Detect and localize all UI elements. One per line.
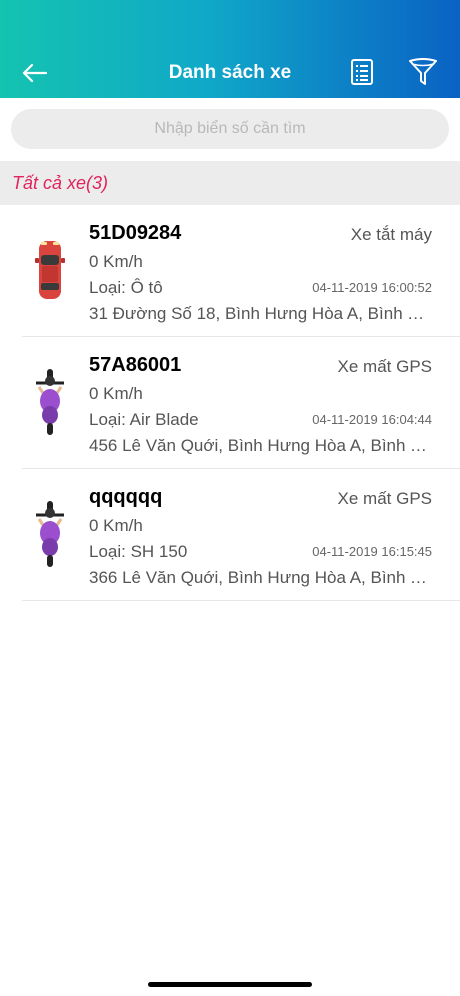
vehicle-row[interactable]: qqqqqq Xe mất GPS 0 Km/h Loại: SH 150 04… xyxy=(22,469,460,601)
filter-button[interactable] xyxy=(408,58,442,88)
document-list-icon xyxy=(351,59,373,85)
vehicle-address: 456 Lê Văn Quới, Bình Hưng Hòa A, Bình T… xyxy=(89,436,434,455)
vehicle-type: Loại: Ô tô xyxy=(89,278,163,297)
vehicle-list-button[interactable] xyxy=(350,58,378,88)
search-box xyxy=(11,109,449,149)
app-header: Danh sách xe xyxy=(0,0,460,98)
home-indicator[interactable] xyxy=(148,982,312,987)
vehicle-plate: qqqqqq xyxy=(89,486,163,508)
group-header[interactable]: Tất cả xe(3) xyxy=(0,161,460,205)
vehicle-plate: 51D09284 xyxy=(89,222,182,244)
vehicle-status: Xe mất GPS xyxy=(337,357,432,376)
vehicle-speed: 0 Km/h xyxy=(89,252,143,271)
vehicle-timestamp: 04-11-2019 16:15:45 xyxy=(312,544,432,559)
vehicle-speed: 0 Km/h xyxy=(89,516,143,535)
vehicle-row[interactable]: 51D09284 Xe tắt máy 0 Km/h Loại: Ô tô 04… xyxy=(22,205,460,337)
vehicle-status: Xe tắt máy xyxy=(350,225,432,244)
car-icon xyxy=(35,241,65,299)
motorbike-icon xyxy=(36,369,64,435)
vehicle-row[interactable]: 57A86001 Xe mất GPS 0 Km/h Loại: Air Bla… xyxy=(22,337,460,469)
vehicle-address: 366 Lê Văn Quới, Bình Hưng Hòa A, Bình T… xyxy=(89,568,434,587)
vehicle-timestamp: 04-11-2019 16:00:52 xyxy=(312,280,432,295)
page-title: Danh sách xe xyxy=(168,62,292,83)
vehicle-address: 31 Đường Số 18, Bình Hưng Hòa A, Bình Tâ… xyxy=(89,304,434,323)
group-label: Tất cả xe(3) xyxy=(12,173,109,193)
vehicle-timestamp: 04-11-2019 16:04:44 xyxy=(312,412,432,427)
vehicle-list: 51D09284 Xe tắt máy 0 Km/h Loại: Ô tô 04… xyxy=(0,205,460,601)
funnel-icon xyxy=(409,58,437,85)
search-input[interactable] xyxy=(11,109,449,149)
vehicle-plate: 57A86001 xyxy=(89,354,182,376)
vehicle-type: Loại: SH 150 xyxy=(89,542,188,561)
motorbike-icon xyxy=(36,501,64,567)
vehicle-type: Loại: Air Blade xyxy=(89,410,199,429)
vehicle-speed: 0 Km/h xyxy=(89,384,143,403)
vehicle-status: Xe mất GPS xyxy=(337,489,432,508)
